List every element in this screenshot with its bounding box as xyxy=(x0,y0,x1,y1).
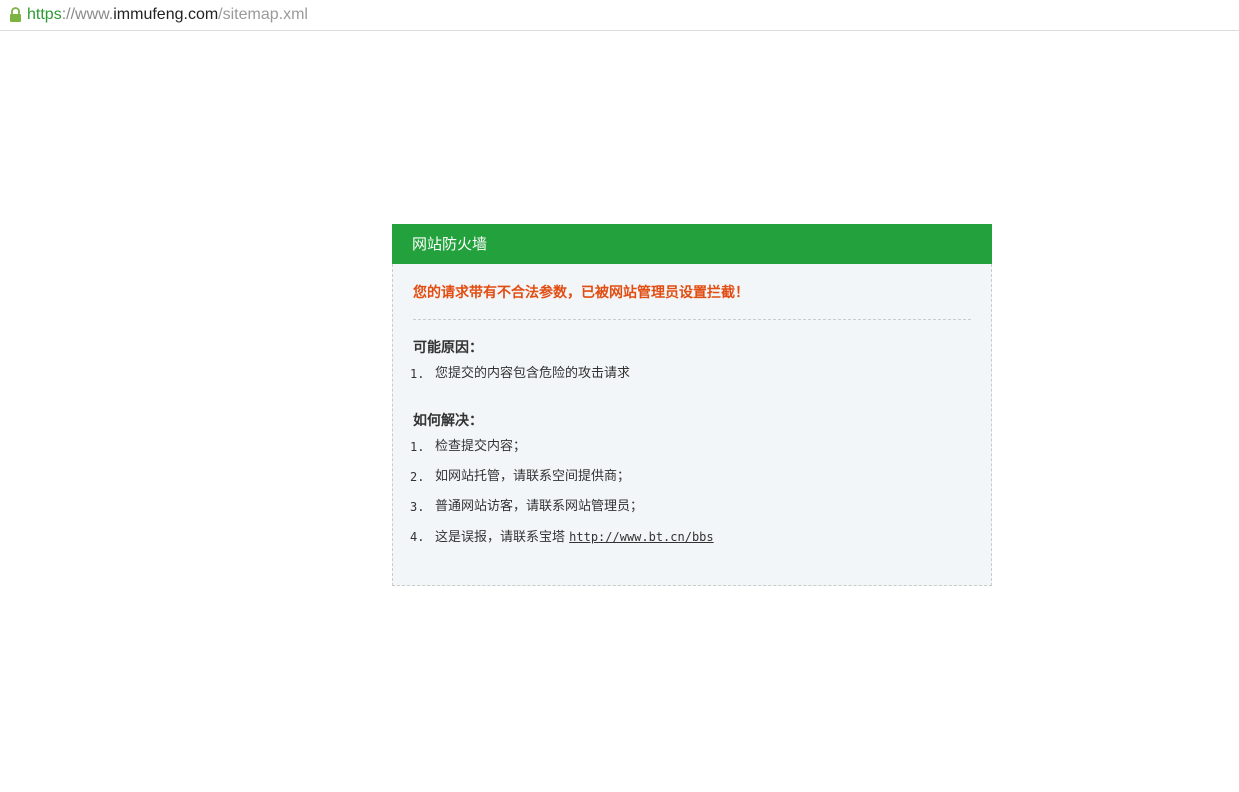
solutions-title: 如何解决： xyxy=(413,413,483,429)
panel-body: 您的请求带有不合法参数，已被网站管理员设置拦截！ 可能原因： 1. 您提交的内容… xyxy=(392,264,992,586)
firewall-panel: 网站防火墙 您的请求带有不合法参数，已被网站管理员设置拦截！ 可能原因： 1. … xyxy=(392,224,992,586)
solutions-list: 1. 检查提交内容； 2. 如网站托管，请联系空间提供商； 3. 普通网站访客，… xyxy=(410,432,971,553)
blocked-alert: 您的请求带有不合法参数，已被网站管理员设置拦截！ xyxy=(413,264,971,320)
item-number: 3. xyxy=(410,500,425,514)
item-text: 检查提交内容； xyxy=(435,439,527,454)
reasons-title: 可能原因： xyxy=(413,340,483,356)
item-text: 您提交的内容包含危险的攻击请求 xyxy=(435,366,631,381)
list-item: 1. 您提交的内容包含危险的攻击请求 xyxy=(410,359,971,389)
address-bar[interactable]: https://www.immufeng.com/sitemap.xml xyxy=(0,0,1239,31)
bt-forum-link[interactable]: http://www.bt.cn/bbs xyxy=(569,530,714,544)
item-number: 2. xyxy=(410,470,425,484)
list-item: 2. 如网站托管，请联系空间提供商； xyxy=(410,462,971,492)
item-number: 1. xyxy=(410,367,425,381)
item-text: 普通网站访客，请联系网站管理员； xyxy=(435,499,644,514)
lock-icon xyxy=(10,7,21,22)
panel-title: 网站防火墙 xyxy=(392,224,992,264)
url-separator: ://www. xyxy=(61,6,114,23)
item-text-with-link: 这是误报，请联系宝塔 http://www.bt.cn/bbs xyxy=(435,522,714,553)
reasons-list: 1. 您提交的内容包含危险的攻击请求 xyxy=(410,359,971,389)
url-text[interactable]: https://www.immufeng.com/sitemap.xml xyxy=(27,5,308,25)
list-item: 1. 检查提交内容； xyxy=(410,432,971,462)
list-item: 4. 这是误报，请联系宝塔 http://www.bt.cn/bbs xyxy=(410,522,971,553)
item-text: 这是误报，请联系宝塔 xyxy=(435,530,570,545)
item-number: 4. xyxy=(410,530,425,544)
url-host: immufeng.com xyxy=(113,6,219,23)
list-item: 3. 普通网站访客，请联系网站管理员； xyxy=(410,492,971,522)
item-number: 1. xyxy=(410,440,425,454)
url-scheme: https xyxy=(27,6,62,23)
item-text: 如网站托管，请联系空间提供商； xyxy=(435,469,631,484)
url-path: /sitemap.xml xyxy=(218,6,308,23)
